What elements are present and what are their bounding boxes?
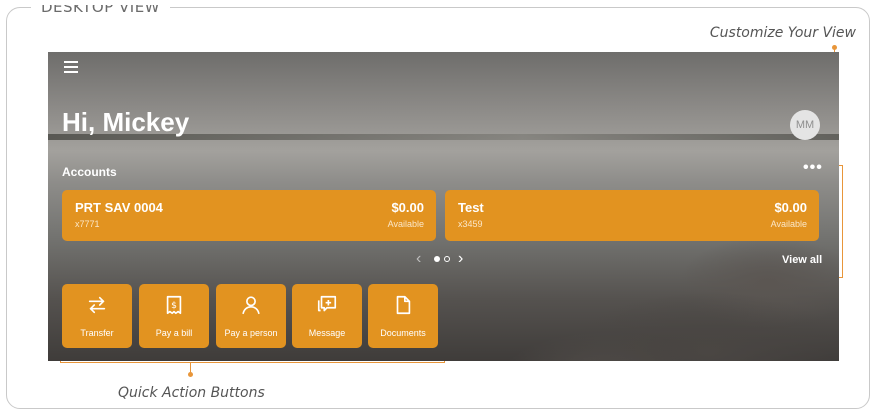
menu-icon[interactable] bbox=[64, 61, 78, 73]
documents-label: Documents bbox=[380, 328, 426, 338]
customize-view-callout: Customize Your View bbox=[709, 25, 856, 41]
transfer-label: Transfer bbox=[80, 328, 114, 338]
transfer-icon bbox=[88, 296, 106, 314]
chevron-right-icon[interactable]: › bbox=[458, 251, 463, 267]
view-all-link[interactable]: View all bbox=[782, 254, 822, 266]
page-dot-active[interactable] bbox=[434, 256, 440, 262]
message-icon bbox=[317, 295, 337, 312]
documents-button[interactable]: Documents bbox=[368, 284, 438, 348]
balance-label: Available bbox=[770, 219, 807, 229]
account-card[interactable]: Test x3459 $0.00 Available bbox=[445, 190, 819, 241]
account-balance: $0.00 bbox=[391, 200, 424, 215]
balance-label: Available bbox=[387, 219, 424, 229]
account-number: x3459 bbox=[458, 219, 483, 229]
frame-title: Desktop View bbox=[31, 5, 170, 25]
svg-text:$: $ bbox=[171, 300, 177, 311]
quick-actions-callout: Quick Action Buttons bbox=[118, 385, 265, 401]
dashboard-screen: Hi, Mickey MM Accounts ••• PRT SAV 0004 … bbox=[48, 52, 839, 361]
pay-person-button[interactable]: Pay a person bbox=[216, 284, 286, 348]
pay-person-label: Pay a person bbox=[224, 328, 278, 338]
bill-icon: $ bbox=[166, 295, 182, 315]
account-card[interactable]: PRT SAV 0004 x7771 $0.00 Available bbox=[62, 190, 436, 241]
message-button[interactable]: Message bbox=[292, 284, 362, 348]
pay-bill-label: Pay a bill bbox=[155, 328, 193, 338]
person-icon bbox=[242, 296, 260, 315]
avatar[interactable]: MM bbox=[790, 110, 820, 140]
account-name: Test bbox=[458, 200, 484, 215]
greeting-heading: Hi, Mickey bbox=[62, 107, 190, 137]
transfer-button[interactable]: Transfer bbox=[62, 284, 132, 348]
account-balance: $0.00 bbox=[774, 200, 807, 215]
pay-bill-button[interactable]: $ Pay a bill bbox=[139, 284, 209, 348]
chevron-left-icon[interactable]: ‹ bbox=[416, 251, 421, 267]
account-number: x7771 bbox=[75, 219, 100, 229]
callout-dot bbox=[188, 372, 193, 377]
carousel-pager: ‹ › bbox=[416, 251, 476, 267]
message-label: Message bbox=[308, 328, 346, 338]
page-dot[interactable] bbox=[444, 256, 450, 262]
callout-line bbox=[60, 362, 444, 363]
account-name: PRT SAV 0004 bbox=[75, 200, 163, 215]
document-icon bbox=[396, 295, 411, 315]
more-options-icon[interactable]: ••• bbox=[803, 159, 823, 177]
callout-line bbox=[842, 165, 843, 278]
accounts-label: Accounts bbox=[62, 165, 117, 179]
